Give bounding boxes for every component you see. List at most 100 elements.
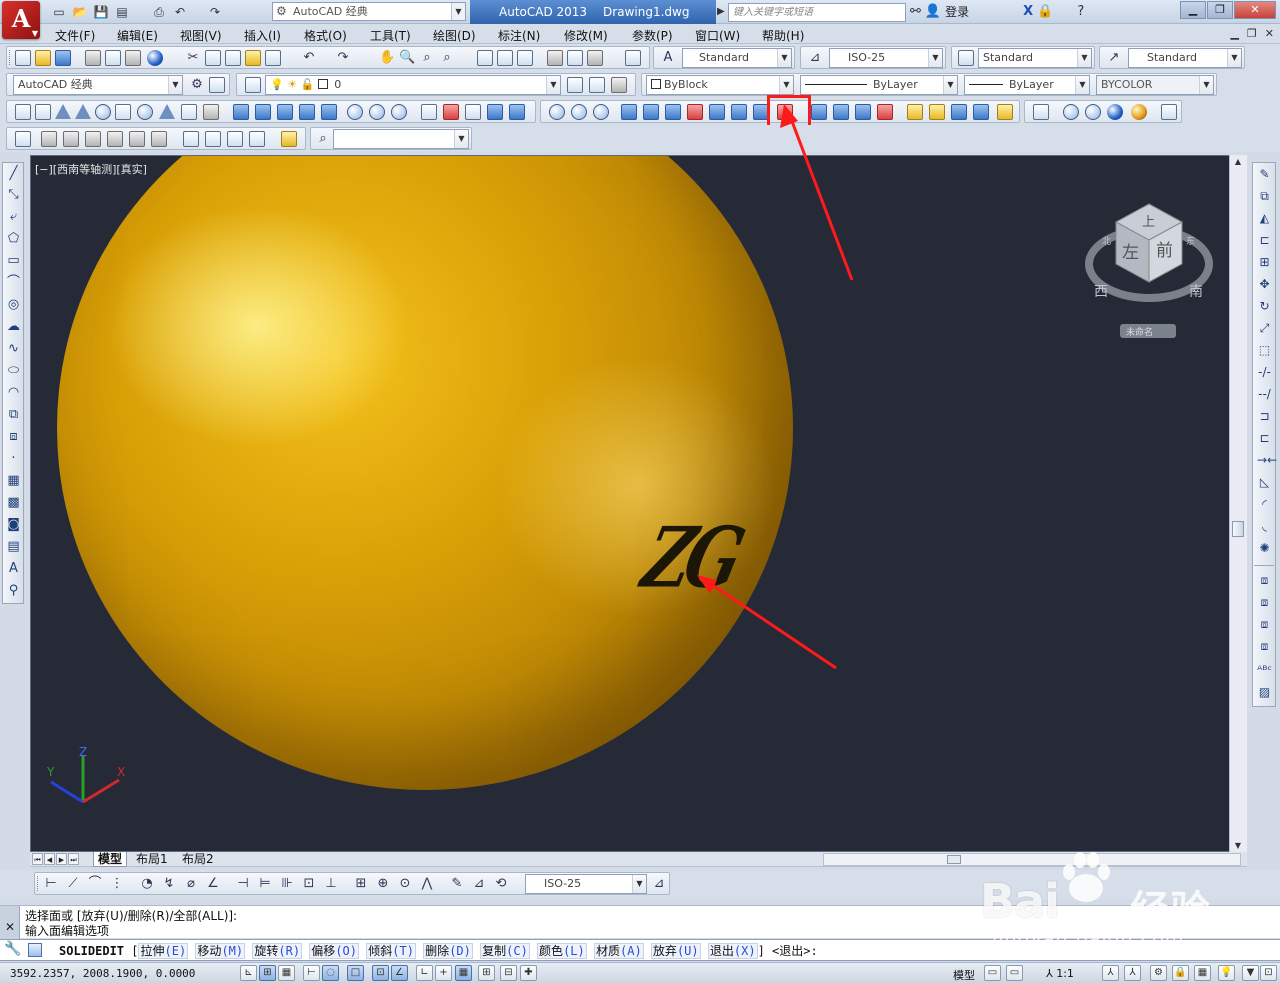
move-faces-icon[interactable] — [643, 104, 659, 120]
help-icon[interactable] — [625, 50, 641, 66]
menu-window[interactable]: 窗口(W) — [695, 27, 740, 44]
plotstyle-dropdown[interactable]: BYCOLOR ▼ — [1096, 75, 1214, 95]
paste-icon[interactable] — [225, 50, 241, 66]
gradient-icon[interactable]: ▩ — [6, 495, 21, 510]
hatch-icon[interactable]: ▦ — [6, 473, 21, 488]
plot-icon[interactable]: ⎙ — [150, 3, 168, 21]
stretch-icon[interactable]: ⬚ — [1257, 343, 1272, 358]
maximize-button[interactable]: ❐ — [1207, 1, 1233, 19]
erase-icon[interactable]: ✎ — [1257, 167, 1272, 182]
table-style-combo[interactable]: Standard ▼ — [978, 48, 1092, 68]
new-icon[interactable]: ▭ — [50, 3, 68, 21]
open-icon[interactable]: 📂 — [71, 3, 89, 21]
dim-style-icon[interactable]: ⊿ — [807, 50, 823, 66]
3d-array-icon[interactable] — [487, 104, 503, 120]
workspace-combo[interactable]: ⚙ AutoCAD 经典 ▼ — [272, 2, 466, 21]
clean-screen-icon[interactable]: ⊡ — [1260, 965, 1277, 981]
coordinate-readout[interactable]: 3592.2357, 2008.1900, 0.0000 — [10, 967, 195, 980]
tab-first-icon[interactable]: ⏮ — [32, 853, 43, 865]
open-icon[interactable] — [35, 50, 51, 66]
layer-state-icon[interactable] — [611, 77, 627, 93]
menu-file[interactable]: 文件(F) — [55, 27, 95, 44]
radius-dim-icon[interactable]: ◔ — [139, 876, 155, 892]
ortho-icon[interactable]: ⊢ — [303, 965, 320, 981]
menu-parametric[interactable]: 参数(P) — [632, 27, 673, 44]
compass-south-label[interactable]: 南 — [1189, 284, 1203, 300]
draworder-above-icon[interactable]: ⧈ — [1257, 617, 1272, 632]
jogged-linear-icon[interactable]: ⋀ — [419, 876, 435, 892]
publish-icon[interactable] — [125, 50, 141, 66]
angular-dim-icon[interactable]: ∠ — [205, 876, 221, 892]
ne-iso-icon[interactable] — [227, 131, 243, 147]
make-current-icon[interactable] — [567, 77, 583, 93]
ellipse-icon[interactable]: ⬭ — [6, 363, 21, 378]
dim-break-icon[interactable]: ⊥ — [323, 876, 339, 892]
bottom-view-icon[interactable] — [63, 131, 79, 147]
menu-help[interactable]: 帮助(H) — [762, 27, 804, 44]
doc-minimize-button[interactable]: ▁ — [1230, 27, 1238, 40]
3d-dwf-icon[interactable] — [147, 50, 163, 66]
menu-format[interactable]: 格式(O) — [304, 27, 347, 44]
text-style-combo[interactable]: Standard ▼ — [682, 48, 792, 68]
close-icon[interactable]: ✕ — [5, 920, 15, 934]
saveas-icon[interactable]: ▤ — [113, 3, 131, 21]
mirror-icon[interactable]: ◭ — [1257, 211, 1272, 226]
match-properties-icon[interactable] — [245, 50, 261, 66]
tab-prev-icon[interactable]: ◀ — [44, 853, 55, 865]
drawing-viewport[interactable]: ZG [−][西南等轴测][真实] 上 左 前 西 南 北 东 未命名 Z Y … — [30, 155, 1247, 852]
table-icon[interactable]: ▤ — [6, 539, 21, 554]
pyramid-icon[interactable] — [159, 104, 175, 119]
zoom-realtime-icon[interactable]: 🔍 — [399, 50, 415, 66]
design-center-icon[interactable] — [497, 50, 513, 66]
tab-next-icon[interactable]: ▶ — [56, 853, 67, 865]
wrench-icon[interactable]: 🔧 — [4, 941, 21, 957]
circle-icon[interactable]: ◎ — [6, 297, 21, 312]
extrude-icon[interactable] — [233, 104, 249, 120]
dim-edit-icon[interactable]: ✎ — [449, 876, 465, 892]
rotate-faces-icon[interactable] — [709, 104, 725, 120]
blend-curves-icon[interactable]: ◟ — [1257, 519, 1272, 534]
qp-icon[interactable]: ⊟ — [500, 965, 517, 981]
auto-scale-icon[interactable]: ⅄ — [1124, 965, 1141, 981]
command-option[interactable]: 删除(D) — [423, 943, 473, 959]
view-dropdown[interactable]: ▼ — [333, 129, 469, 149]
dim-update-icon[interactable]: ⟲ — [493, 876, 509, 892]
redo-icon[interactable]: ↷ — [206, 3, 224, 21]
command-prompt-icon[interactable] — [28, 943, 42, 957]
break-at-point-icon[interactable]: ⊐ — [1257, 409, 1272, 424]
region-icon[interactable]: ◙ — [6, 517, 21, 532]
vertical-scrollbar[interactable]: ▲ ▼ — [1229, 155, 1247, 852]
sc-icon[interactable]: ✚ — [520, 965, 537, 981]
construction-line-icon[interactable]: ⤡ — [6, 187, 21, 202]
command-option[interactable]: 放弃(U) — [650, 943, 701, 959]
properties-icon[interactable] — [477, 50, 493, 66]
intersect-icon[interactable] — [593, 104, 609, 120]
compass-north-label[interactable]: 北 — [1102, 236, 1111, 247]
imprint-icon[interactable] — [855, 104, 871, 120]
draworder-back-icon[interactable]: ⧈ — [1257, 595, 1272, 610]
extrude-faces-icon[interactable] — [621, 104, 637, 120]
subtract-icon[interactable] — [369, 104, 385, 120]
right-view-icon[interactable] — [107, 131, 123, 147]
add-selected-icon[interactable]: ⚲ — [6, 583, 21, 598]
scroll-thumb[interactable] — [1232, 521, 1244, 537]
helix-icon[interactable] — [181, 104, 197, 120]
command-line[interactable]: 🔧 SOLIDEDIT [拉伸(E) 移动(M) 旋转(R) 偏移(O) 倾斜(… — [0, 939, 1280, 961]
command-option[interactable]: 移动(M) — [195, 943, 246, 959]
zoom-window-icon[interactable]: ⌕ — [419, 50, 435, 66]
table-style-icon[interactable] — [958, 50, 974, 66]
text-style-icon[interactable]: A — [660, 50, 676, 66]
ucs-icon[interactable]: ⌕ — [315, 131, 331, 147]
viewcube[interactable]: 上 左 前 西 南 北 东 未命名 — [1084, 196, 1214, 356]
nw-iso-icon[interactable] — [249, 131, 265, 147]
torus-icon[interactable] — [137, 104, 153, 120]
polyline-icon[interactable]: ⤶ — [6, 209, 21, 224]
quick-dim-icon[interactable]: ⊣ — [235, 876, 251, 892]
cone-icon[interactable] — [75, 104, 91, 119]
dim-space-icon[interactable]: ⊡ — [301, 876, 317, 892]
3d-move-icon[interactable] — [421, 104, 437, 120]
aligned-dim-icon[interactable]: ⟋ — [65, 876, 81, 892]
help-icon[interactable]: ? — [1077, 3, 1084, 21]
named-views-icon[interactable] — [15, 131, 31, 147]
ducs-icon[interactable]: ∟ — [416, 965, 433, 981]
